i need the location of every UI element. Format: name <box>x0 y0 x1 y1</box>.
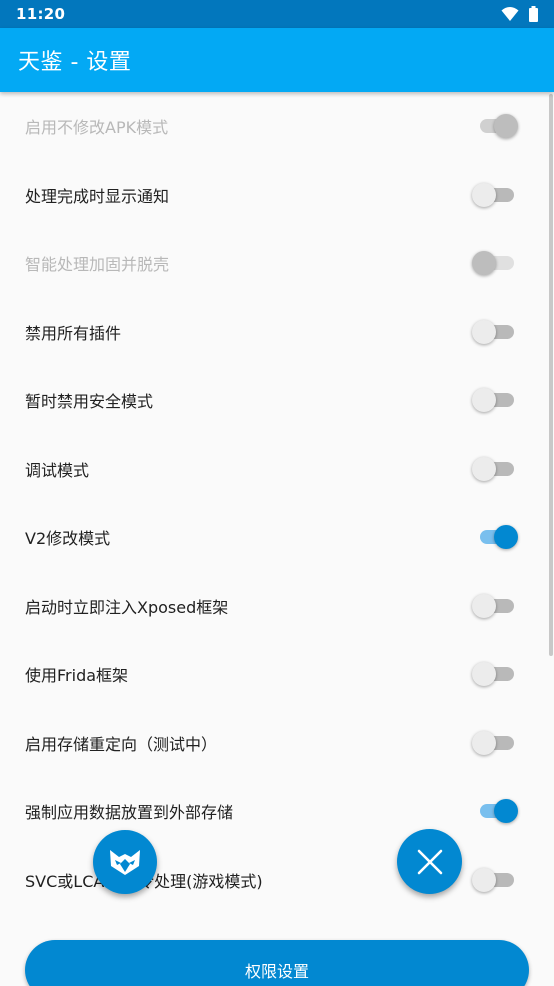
settings-row-label: 智能处理加固并脱壳 <box>25 255 170 275</box>
toggle-thumb <box>472 593 496 618</box>
toggle-thumb <box>472 730 496 755</box>
toggle-switch[interactable] <box>472 730 518 755</box>
settings-row-label: 启动时立即注入Xposed框架 <box>25 597 229 617</box>
toggle-thumb <box>472 662 496 687</box>
settings-row[interactable]: 启动时立即注入Xposed框架 <box>0 572 554 641</box>
toggle-thumb <box>494 799 518 824</box>
settings-row-label: 使用Frida框架 <box>25 666 129 686</box>
toggle-thumb <box>494 525 518 550</box>
settings-row[interactable]: 调试模式 <box>0 435 554 504</box>
settings-row: 启用不修改APK模式 <box>0 92 554 161</box>
permission-settings-button[interactable]: 权限设置 <box>25 940 529 986</box>
settings-row-label: 启用不修改APK模式 <box>25 118 169 138</box>
status-bar: 11:20 <box>0 0 554 28</box>
close-fab[interactable] <box>397 829 462 894</box>
toggle-switch[interactable] <box>472 456 518 481</box>
toggle-switch[interactable] <box>472 593 518 618</box>
settings-row[interactable]: V2修改模式 <box>0 503 554 572</box>
toggle-switch[interactable] <box>478 799 518 824</box>
settings-row-label: 暂时禁用安全模式 <box>25 392 154 412</box>
settings-row[interactable]: 使用Frida框架 <box>0 640 554 709</box>
toggle-thumb <box>472 182 496 207</box>
settings-row-label: 强制应用数据放置到外部存储 <box>25 803 234 823</box>
status-time: 11:20 <box>16 5 66 23</box>
toggle-thumb <box>472 251 496 276</box>
toggle-thumb <box>494 114 518 139</box>
toggle-switch[interactable] <box>472 388 518 413</box>
toggle-switch[interactable] <box>472 867 518 892</box>
settings-row-label: V2修改模式 <box>25 529 111 549</box>
toggle-switch[interactable] <box>472 319 518 344</box>
settings-row[interactable]: 暂时禁用安全模式 <box>0 366 554 435</box>
toggle-thumb <box>472 456 496 481</box>
toggle-thumb <box>472 388 496 413</box>
settings-row[interactable]: SVC或LCALL指令处理(游戏模式) <box>0 846 554 915</box>
settings-row[interactable]: 禁用所有插件 <box>0 298 554 367</box>
app-bar: 天鉴 - 设置 <box>0 28 554 92</box>
toggle-switch <box>472 251 518 276</box>
settings-row[interactable]: 处理完成时显示通知 <box>0 161 554 230</box>
settings-row[interactable]: 强制应用数据放置到外部存储 <box>0 777 554 846</box>
settings-row[interactable]: 启用存储重定向（测试中） <box>0 709 554 778</box>
close-icon <box>417 849 442 874</box>
toggle-switch[interactable] <box>472 662 518 687</box>
battery-icon <box>529 6 538 22</box>
page-title: 天鉴 - 设置 <box>18 50 132 75</box>
toggle-thumb <box>472 319 496 344</box>
toggle-switch <box>478 114 518 139</box>
wifi-icon <box>501 7 519 21</box>
settings-row: 智能处理加固并脱壳 <box>0 229 554 298</box>
permission-settings-label: 权限设置 <box>244 962 309 981</box>
settings-row-label: 处理完成时显示通知 <box>25 186 170 206</box>
settings-row-label: 启用存储重定向（测试中） <box>25 734 218 754</box>
scrollbar[interactable] <box>549 94 553 656</box>
toggle-switch[interactable] <box>478 525 518 550</box>
settings-row-label: 禁用所有插件 <box>25 323 122 343</box>
settings-list: 启用不修改APK模式 处理完成时显示通知 智能处理加固并脱壳 禁用所有插件暂时禁用安全… <box>0 92 554 914</box>
fox-logo-fab[interactable] <box>93 830 157 894</box>
fox-logo-icon <box>110 850 140 875</box>
toggle-thumb <box>472 867 496 892</box>
settings-row-label: 调试模式 <box>25 460 90 480</box>
toggle-switch[interactable] <box>472 182 518 207</box>
status-icons <box>501 6 538 22</box>
